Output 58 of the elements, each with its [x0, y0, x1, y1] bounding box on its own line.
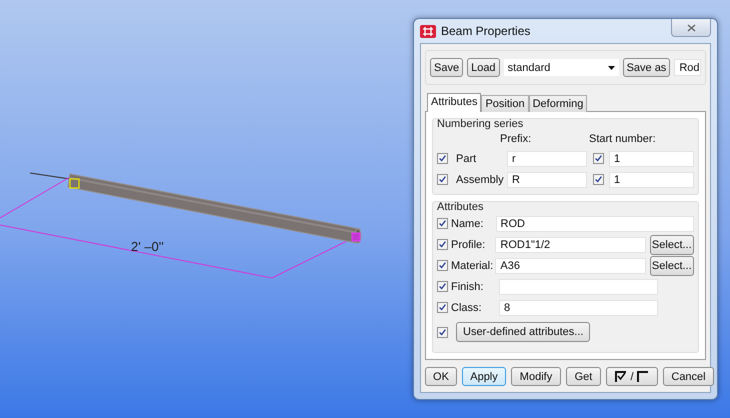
load-button[interactable]: Load — [467, 58, 500, 77]
input-field[interactable]: Rod — [674, 59, 701, 76]
checkbox[interactable] — [593, 174, 604, 185]
save-as-button[interactable]: Save as — [622, 58, 670, 77]
field-label: Part — [456, 152, 476, 164]
group-title: Numbering series — [437, 118, 524, 130]
axis-line — [30, 172, 70, 180]
dialog-button[interactable]: Cancel — [663, 367, 714, 386]
input-field[interactable]: 1 — [609, 172, 694, 188]
checkbox[interactable] — [437, 174, 448, 185]
checkbox[interactable] — [437, 326, 448, 338]
column-header: Prefix: — [500, 133, 532, 145]
input-field[interactable] — [499, 278, 658, 294]
checkbox[interactable] — [593, 153, 604, 164]
dialog-button[interactable]: Apply — [462, 367, 506, 386]
dialog-button[interactable]: Modify — [511, 367, 561, 386]
checked-box-icon — [615, 370, 628, 382]
select-button[interactable]: Select... — [650, 256, 694, 276]
field-label: Name: — [451, 218, 484, 230]
input-field[interactable]: 1 — [609, 150, 694, 166]
dimension-label: 2' –0'' — [131, 239, 164, 254]
input-field[interactable]: r — [507, 150, 587, 166]
close-icon — [686, 24, 696, 32]
unchecked-box-icon — [636, 370, 649, 382]
checkbox[interactable] — [437, 218, 448, 229]
toggle-all-button[interactable]: / — [606, 367, 658, 386]
select-button[interactable]: Select... — [650, 234, 694, 254]
dialog-button[interactable]: OK — [425, 367, 457, 386]
field-label: Profile: — [451, 238, 486, 250]
tab[interactable]: Position — [481, 95, 529, 112]
tab[interactable]: Attributes — [427, 93, 482, 112]
field-label: Material: — [451, 260, 494, 272]
input-field[interactable]: R — [507, 172, 587, 188]
checkbox[interactable] — [437, 153, 448, 164]
checkbox[interactable] — [437, 239, 448, 250]
group-title: Attributes — [437, 201, 484, 213]
app-icon — [420, 24, 436, 38]
checkbox[interactable] — [437, 281, 448, 292]
field-label: Assembly — [456, 174, 504, 186]
save-button[interactable]: Save — [430, 58, 464, 77]
field-label: Finish: — [451, 280, 484, 292]
field-label: Class: — [451, 302, 482, 314]
checkbox[interactable] — [437, 260, 448, 271]
grid-line — [0, 176, 70, 218]
checkbox[interactable] — [437, 302, 448, 313]
input-field[interactable]: ROD1"1/2 — [495, 236, 646, 252]
handle-icon[interactable] — [352, 232, 360, 242]
dropdown-arrow-icon — [608, 66, 615, 70]
dialog-button[interactable]: Get — [566, 367, 601, 386]
close-button[interactable] — [671, 19, 711, 37]
preset-dropdown[interactable]: standard — [504, 59, 619, 76]
input-field[interactable]: 8 — [499, 300, 658, 316]
window-title: Beam Properties — [441, 24, 530, 38]
user-defined-attributes-button[interactable]: User-defined attributes... — [456, 322, 590, 342]
input-field[interactable]: ROD — [496, 216, 694, 232]
column-header: Start number: — [589, 133, 656, 145]
tab[interactable]: Deforming — [528, 95, 588, 112]
input-field[interactable]: A36 — [495, 258, 646, 274]
